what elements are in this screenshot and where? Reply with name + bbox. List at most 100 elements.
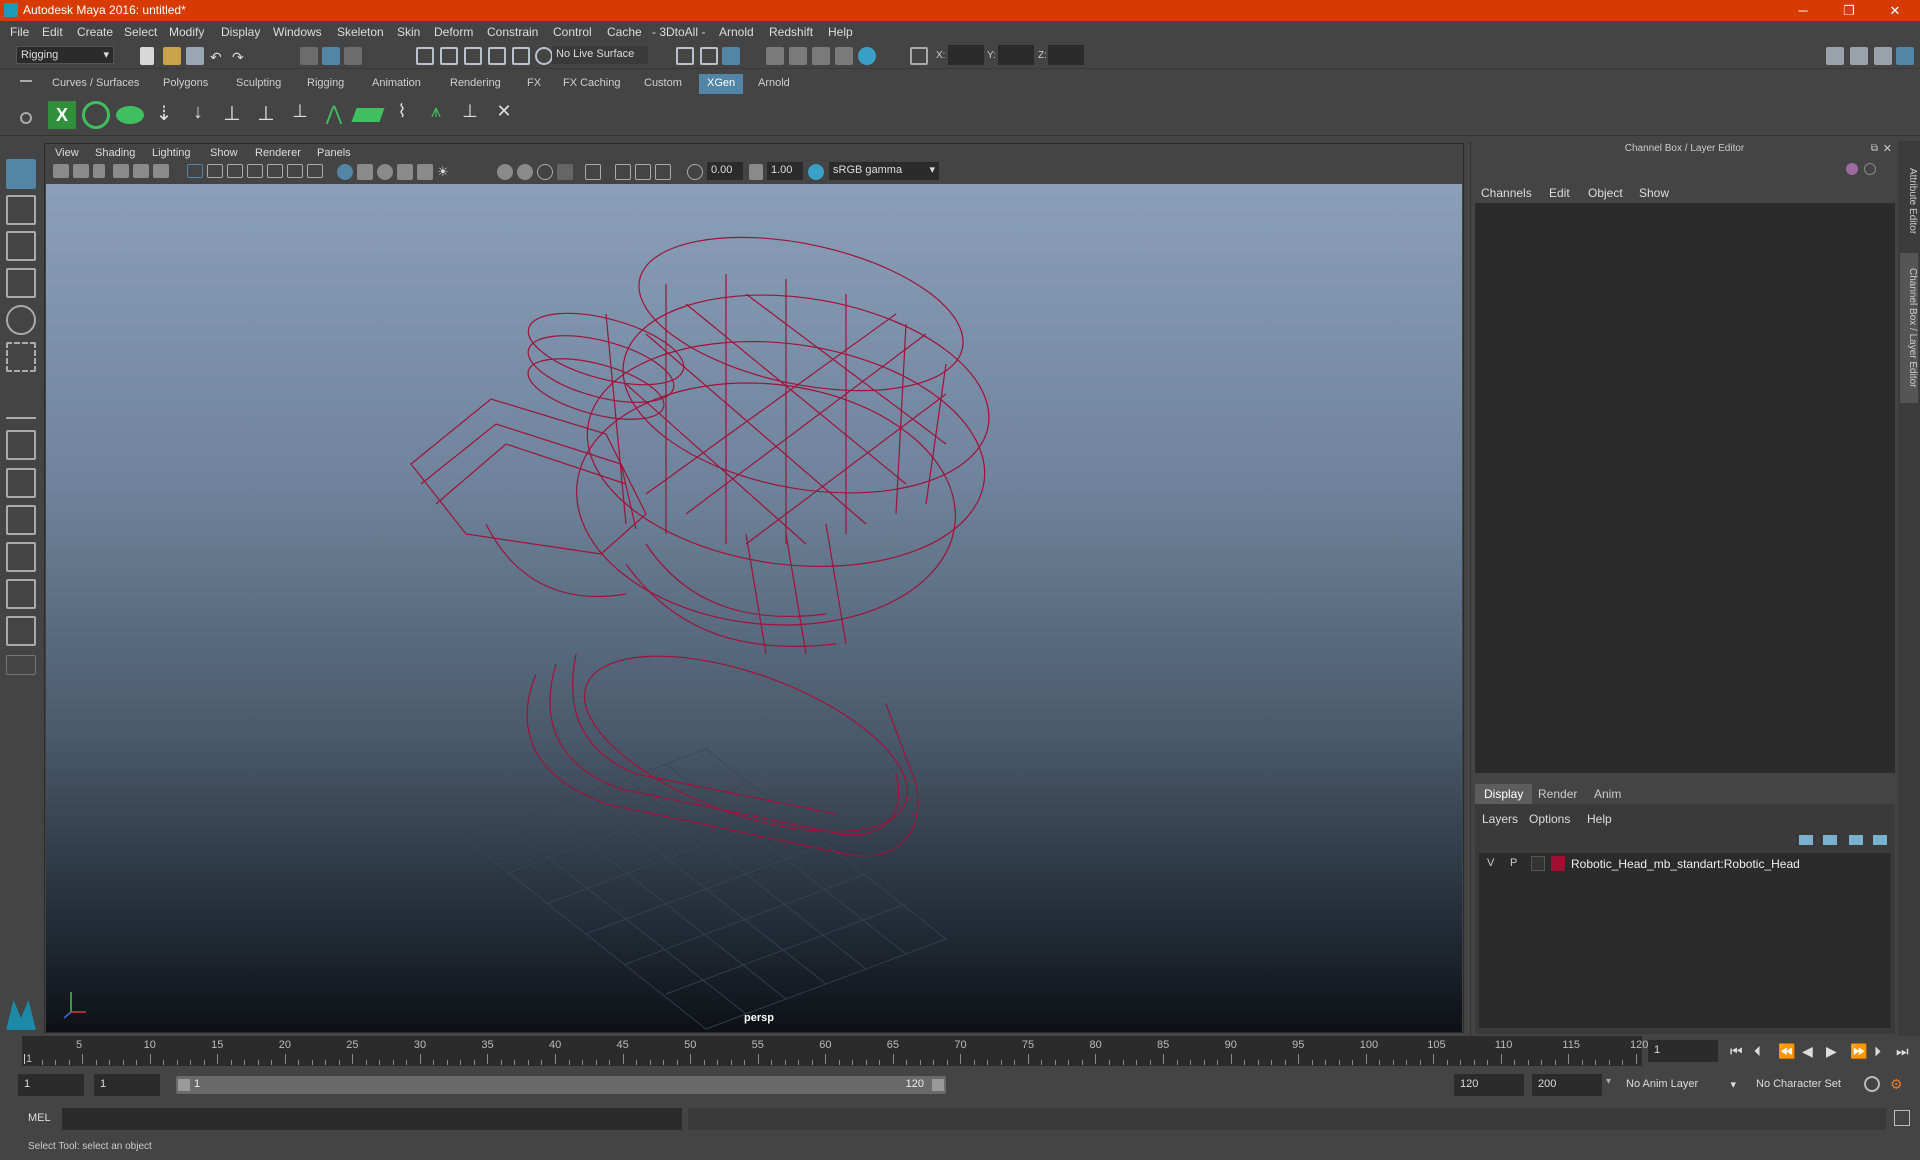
color-management-icon[interactable] [808, 164, 824, 180]
attr-visibility-icon[interactable] [1846, 163, 1858, 175]
select-hierarchy-icon[interactable] [300, 47, 318, 65]
menu-display[interactable]: Display [221, 25, 260, 39]
panel-menu-lighting[interactable]: Lighting [152, 147, 191, 159]
xgen-guide-place-icon[interactable]: ⊥ [218, 101, 246, 129]
command-input[interactable] [62, 1108, 682, 1130]
render-frame-icon[interactable] [789, 47, 807, 65]
gamma-reset-icon[interactable] [749, 164, 763, 180]
menu-file[interactable]: File [10, 25, 29, 39]
view-transform-dropdown[interactable]: sRGB gamma ▾ [829, 162, 939, 180]
character-set-dropdown[interactable]: No Character Set [1750, 1074, 1860, 1096]
menu-create[interactable]: Create [77, 25, 113, 39]
animation-prefs-icon[interactable]: ⚙ [1890, 1076, 1903, 1093]
current-frame-field[interactable]: 1 [1648, 1040, 1718, 1062]
3d-viewport[interactable]: persp [46, 184, 1462, 1032]
menu-help[interactable]: Help [828, 25, 853, 39]
go-to-end-icon[interactable]: ⏭ [1896, 1043, 1909, 1060]
move-tool-icon[interactable] [6, 268, 36, 298]
shelf-tab-curves[interactable]: Curves / Surfaces [44, 74, 147, 94]
persp-outliner-layout-icon[interactable] [6, 505, 36, 535]
field-chart-icon[interactable] [267, 164, 283, 178]
select-tool-icon[interactable] [6, 159, 36, 189]
layer-tab-display[interactable]: Display [1475, 784, 1533, 804]
robotic-head-wireframe[interactable] [410, 211, 1005, 868]
auto-key-icon[interactable] [1864, 1076, 1880, 1092]
snap-curve-icon[interactable] [440, 47, 458, 65]
xray-active-icon[interactable] [635, 164, 651, 180]
script-editor-icon[interactable] [1894, 1110, 1910, 1126]
layer-tab-render[interactable]: Render [1529, 784, 1586, 804]
persp-graph-layout-icon[interactable] [6, 542, 36, 572]
menu-control[interactable]: Control [553, 25, 592, 39]
lasso-tool-icon[interactable] [6, 195, 36, 225]
xgen-bend-icon[interactable]: ⌇ [388, 101, 416, 129]
shelf-tab-custom[interactable]: Custom [636, 74, 690, 94]
layer-visibility-toggle[interactable]: V [1487, 857, 1494, 869]
menu-modify[interactable]: Modify [169, 25, 204, 39]
cb-menu-show[interactable]: Show [1639, 186, 1669, 200]
isolate-select-icon[interactable] [585, 164, 601, 180]
xgen-delete-icon[interactable]: ✕ [490, 101, 518, 129]
rotate-tool-icon[interactable] [6, 305, 36, 335]
shelf-tab-xgen[interactable]: XGen [699, 74, 744, 94]
camera-select-icon[interactable] [53, 164, 69, 178]
layer-menu-options[interactable]: Options [1529, 812, 1570, 826]
scale-tool-icon[interactable] [6, 342, 36, 372]
snap-surface-icon[interactable] [512, 47, 530, 65]
single-perspective-layout-icon[interactable] [6, 430, 36, 460]
range-start-handle[interactable] [178, 1079, 190, 1091]
shelf-menu-icon[interactable] [20, 80, 32, 82]
ipr-icon[interactable] [722, 47, 740, 65]
playback-start-field[interactable]: 1 [94, 1074, 160, 1096]
motion-blur-icon[interactable] [517, 164, 533, 180]
current-time-marker[interactable] [24, 1054, 25, 1064]
exposure-field[interactable]: 0.00 [707, 162, 743, 180]
render-settings-icon[interactable] [835, 47, 853, 65]
xgen-guide-move-icon[interactable]: ↓ [184, 101, 212, 129]
layer-row[interactable]: V P Robotic_Head_mb_standart:Robotic_Hea… [1479, 853, 1891, 875]
smooth-shading-icon[interactable] [357, 164, 373, 180]
menu-3dtoall[interactable]: - 3DtoAll - [652, 25, 705, 39]
play-forwards-icon[interactable]: ▶ [1826, 1043, 1837, 1060]
persp-hypershade-layout-icon[interactable] [6, 579, 36, 609]
xray-joints-icon[interactable] [655, 164, 671, 180]
play-backwards-icon[interactable]: ◀ [1802, 1043, 1813, 1060]
xgen-guide-visible-icon[interactable]: ⊥ [252, 101, 280, 129]
menu-skin[interactable]: Skin [397, 25, 420, 39]
range-end-handle[interactable] [932, 1079, 944, 1091]
step-forward-frame-icon[interactable]: ⏵ [1874, 1043, 1881, 1060]
go-to-start-icon[interactable]: ⏮ [1730, 1043, 1743, 1060]
new-empty-layer-icon[interactable] [1849, 835, 1863, 845]
panel-menu-show[interactable]: Show [210, 147, 238, 159]
shelf-tab-fx-caching[interactable]: FX Caching [555, 74, 628, 94]
gamma-field[interactable]: 1.00 [767, 162, 803, 180]
cb-menu-channels[interactable]: Channels [1481, 186, 1532, 200]
xgen-groom-icon[interactable] [351, 108, 385, 122]
panel-menu-panels[interactable]: Panels [317, 147, 351, 159]
range-slider[interactable]: 1 120 [176, 1076, 946, 1094]
playback-end-field[interactable]: 120 [1454, 1074, 1524, 1096]
xgen-cut-icon[interactable]: ⊥ [456, 101, 484, 129]
gate-mask-icon[interactable] [247, 164, 263, 178]
layer-playback-toggle[interactable]: P [1510, 857, 1517, 869]
close-button[interactable]: ✕ [1872, 0, 1918, 21]
xgen-guide-sculpt-icon[interactable]: ⋀ [320, 101, 348, 129]
select-object-icon[interactable] [322, 47, 340, 65]
menu-select[interactable]: Select [124, 25, 157, 39]
ipr-render-icon[interactable] [812, 47, 830, 65]
layer-color-swatch[interactable] [1551, 856, 1565, 871]
move-layer-up-icon[interactable] [1799, 835, 1813, 845]
xgen-guide-add-icon[interactable]: ⇣ [150, 101, 178, 129]
side-tab-channel-box[interactable]: Channel Box / Layer Editor [1900, 253, 1918, 403]
select-component-icon[interactable] [344, 47, 362, 65]
camera-attributes-icon[interactable] [73, 164, 89, 178]
minimize-button[interactable]: ─ [1780, 0, 1826, 21]
xgen-preview-icon[interactable] [82, 101, 110, 129]
maximize-button[interactable]: ❐ [1826, 0, 1872, 21]
ambient-occlusion-icon[interactable] [497, 164, 513, 180]
shelf-tab-arnold[interactable]: Arnold [750, 74, 798, 94]
layer-name[interactable]: Robotic_Head_mb_standart:Robotic_Head [1571, 857, 1800, 871]
depth-of-field-icon[interactable] [557, 164, 573, 180]
toolbox-collapse-icon[interactable] [6, 655, 36, 675]
menuset-dropdown[interactable]: Rigging ▾ [16, 46, 114, 64]
